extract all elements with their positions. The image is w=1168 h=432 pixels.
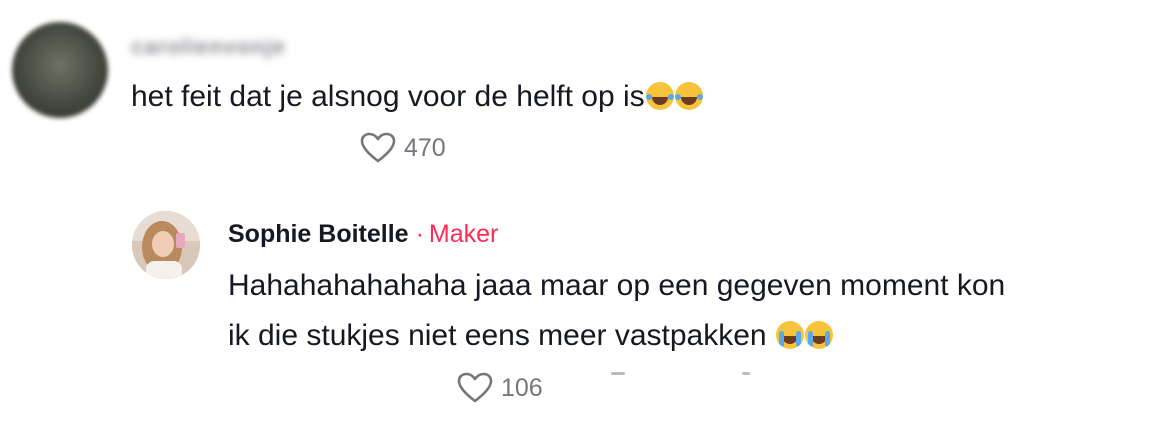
heart-icon [360,132,396,163]
reply-like-count: 106 [501,373,543,402]
maker-badge: Maker [428,220,499,248]
reply-author-avatar[interactable] [132,211,200,279]
comment-text: het feit dat je alsnog voor de helft op … [131,74,703,120]
loudly-crying-emoji-icon [804,321,833,349]
comment-text-body: het feit dat je alsnog voor de helft op … [131,80,645,113]
heart-icon [457,372,493,403]
reply-author-row: Sophie Boitelle · Maker [228,218,498,250]
profile-photo-icon [132,211,200,279]
reply-author-name[interactable]: Sophie Boitelle [228,220,409,248]
reply-text-line-1: Hahahahahahaha jaaa maar op een gegeven … [228,269,1006,302]
comment-like-count: 470 [404,133,446,162]
reply-text-line-2: ik die stukjes niet eens meer vastpakken [228,313,833,359]
tears-of-joy-emoji-icon [645,82,674,110]
reply-like-button[interactable]: 106 [457,372,543,404]
loudly-crying-emoji-icon [775,321,804,349]
cropped-fragment [742,372,750,375]
reply-text-line-2-body: ik die stukjes niet eens meer vastpakken [228,319,767,352]
tears-of-joy-emoji-icon [674,82,703,110]
commenter-avatar[interactable] [12,22,108,118]
author-separator: · [415,220,424,248]
commenter-username[interactable]: carolienvonje [131,34,286,60]
comment-like-button[interactable]: 470 [360,132,446,164]
cropped-fragment [611,372,625,375]
